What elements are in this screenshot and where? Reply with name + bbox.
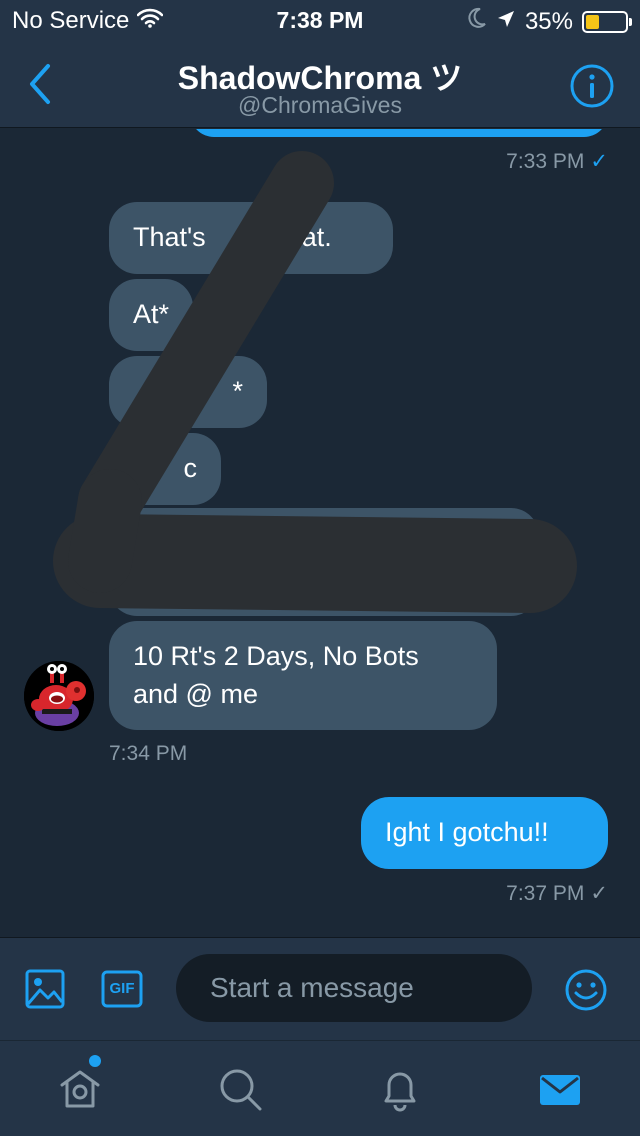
message-thread[interactable]: 7:33 PM ✓ That's at. At* * c 10 Rt's 2 Day…: [0, 129, 640, 937]
message-timestamp: 7:34 PM: [109, 742, 188, 765]
message-bubble-incoming[interactable]: 10 Rt's 2 Days, No Bots and @ me: [109, 621, 497, 730]
message-bubble-outgoing[interactable]: [190, 129, 608, 137]
message-line: 10 Rt's 2 Days, No Bots: [133, 641, 419, 671]
message-input[interactable]: [176, 954, 532, 1022]
bell-icon: [384, 1072, 416, 1112]
info-button[interactable]: [570, 64, 614, 108]
info-icon: [570, 64, 614, 108]
message-composer: GIF: [0, 937, 640, 1040]
message-bubble-incoming[interactable]: c: [109, 433, 221, 505]
image-icon: [25, 969, 65, 1009]
tab-notifications[interactable]: [376, 1065, 424, 1113]
search-icon: [220, 1069, 262, 1111]
notification-dot: [89, 1055, 101, 1067]
tab-home[interactable]: [56, 1065, 104, 1113]
message-bubble-incoming[interactable]: At*: [109, 279, 193, 351]
emoji-button[interactable]: [564, 968, 608, 1012]
gif-label: GIF: [109, 980, 135, 997]
battery-icon: [582, 10, 632, 33]
battery-percent: 35%: [524, 7, 573, 35]
sent-check-icon: ✓: [590, 882, 608, 905]
tab-search[interactable]: [216, 1065, 264, 1113]
mail-icon: [540, 1075, 580, 1105]
message-timestamp: 7:37 PM ✓: [506, 882, 608, 905]
status-right: 35%: [467, 7, 632, 36]
add-gif-button[interactable]: GIF: [100, 968, 144, 1012]
battery-tip: [629, 17, 632, 26]
message-bubble-outgoing[interactable]: Ight I gotchu!!: [361, 797, 608, 869]
status-bar: No Service 7:38 PM 35%: [0, 0, 640, 40]
message-bubble-incoming[interactable]: *: [109, 356, 267, 428]
conversation-header: ShadowChroma ツ @ChromaGives: [0, 40, 640, 128]
moon-icon: [467, 7, 487, 36]
crab-character-icon: [24, 661, 94, 731]
message-bubble-incoming[interactable]: That's at.: [109, 202, 393, 274]
location-arrow-icon: [496, 8, 516, 36]
add-photo-button[interactable]: [24, 968, 68, 1012]
home-icon: [60, 1070, 100, 1108]
contact-handle: @ChromaGives: [238, 92, 402, 118]
message-timestamp: 7:33 PM ✓: [506, 150, 608, 173]
tab-messages[interactable]: [536, 1065, 584, 1113]
message-line: and @ me: [133, 679, 258, 709]
sent-check-icon: ✓: [590, 150, 608, 173]
message-bubble-incoming[interactable]: [109, 508, 539, 616]
battery-fill: [586, 14, 600, 29]
emoji-icon: [565, 969, 607, 1011]
avatar[interactable]: [24, 661, 94, 731]
